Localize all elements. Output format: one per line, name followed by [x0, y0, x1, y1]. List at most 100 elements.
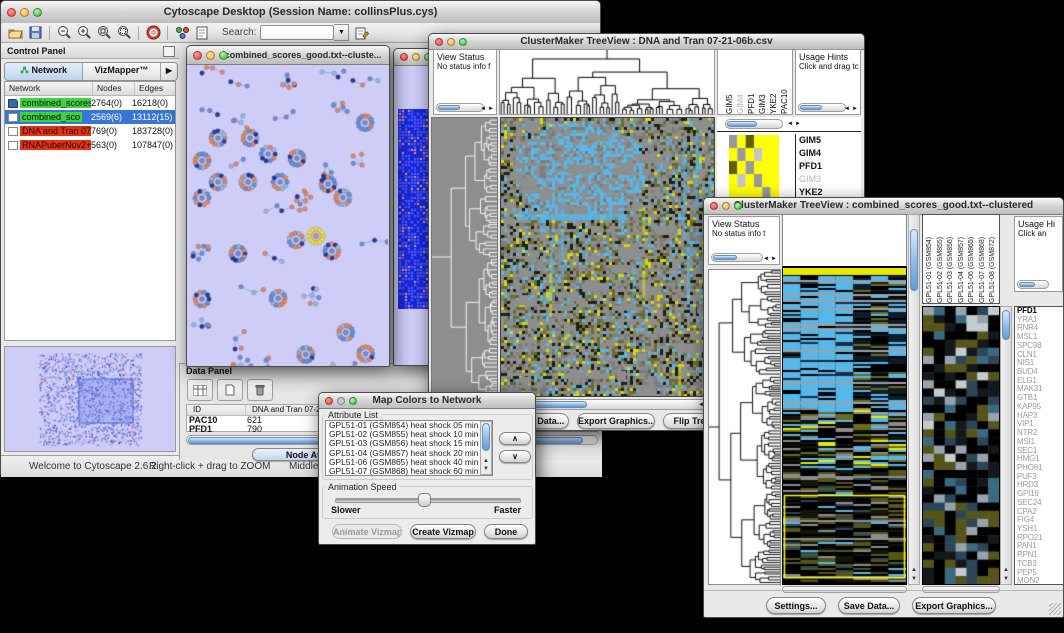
row-dendrogram[interactable] [432, 118, 497, 396]
tv2-export-graphics-button[interactable]: Export Graphics... [912, 597, 996, 614]
gene-label[interactable]: PFD1 [799, 160, 827, 173]
search-dropdown-button[interactable]: ▼ [334, 24, 349, 41]
heatmap[interactable] [501, 118, 714, 396]
close-button[interactable] [400, 53, 408, 61]
zoom-button[interactable] [734, 202, 742, 210]
column-label[interactable]: PFD1 [746, 50, 757, 114]
column-label[interactable]: GIM3 [757, 50, 768, 114]
create-vizmap-button[interactable]: Create Vizmap [410, 524, 476, 539]
minimize-button[interactable] [412, 53, 420, 61]
float-panel-icon[interactable] [163, 46, 175, 57]
data-col-id[interactable]: ID [187, 405, 246, 415]
treeview1-titlebar[interactable]: ClusterMaker TreeView : DNA and Tran 07-… [429, 34, 864, 50]
scroll-up-icon[interactable]: ▲ [481, 458, 491, 465]
column-label[interactable]: PAC10 [779, 50, 790, 114]
column-dendrogram[interactable] [500, 50, 714, 114]
delete-attribute-icon[interactable] [247, 379, 273, 401]
close-button[interactable] [435, 38, 443, 46]
move-down-button[interactable]: ∨ [499, 450, 531, 463]
column-label[interactable]: GPL51-02 (GSM855) [936, 215, 947, 303]
zoom-in-icon[interactable] [75, 25, 93, 41]
network-row[interactable]: RNAPuberNov2+! 563(0) 107847(0) [5, 138, 175, 152]
column-label[interactable]: GPL51-07 (GSM868) [978, 215, 989, 303]
network-canvas[interactable] [188, 64, 388, 366]
close-button[interactable] [710, 202, 718, 210]
speed-slider-thumb[interactable] [418, 493, 431, 507]
tv1-export-graphics-button[interactable]: Export Graphics... [577, 413, 655, 429]
gene-label[interactable]: GIM4 [799, 147, 827, 160]
tv2-save-data-button[interactable]: Save Data... [838, 597, 900, 614]
close-button[interactable] [193, 51, 202, 60]
row-dendrogram[interactable] [709, 270, 780, 584]
new-attribute-icon[interactable] [217, 379, 243, 401]
network-table-header[interactable]: Network Nodes Edges [5, 82, 175, 96]
help-lifebuoy-icon[interactable] [144, 25, 162, 41]
global-heatmap[interactable] [783, 268, 906, 584]
column-label[interactable]: GIM5 [724, 50, 735, 114]
column-label[interactable]: YKE2 [768, 50, 779, 114]
column-label[interactable]: GPL51-08 (GSM872) [988, 215, 999, 303]
dialog-titlebar[interactable]: Map Colors to Network [319, 393, 535, 409]
scroll-up-icon[interactable]: ▲ [1001, 567, 1011, 574]
main-titlebar[interactable]: Cytoscape Desktop (Session Name: collins… [1, 1, 600, 24]
network-row[interactable]: combined_sco 2569(6) 13112(15) [5, 110, 175, 124]
minimize-button[interactable] [447, 38, 455, 46]
annotation-icon[interactable] [193, 25, 211, 41]
network-titlebar[interactable]: combined_scores_good.txt--cluste... [187, 46, 389, 65]
usage-hints-scrollbar[interactable] [1017, 280, 1049, 289]
tv2-global-vscrollbar[interactable]: ▲ ▼ [908, 214, 920, 585]
zoom-button[interactable] [33, 8, 42, 17]
column-label[interactable]: GIM4 [735, 50, 746, 114]
gene-label[interactable]: MON2 [1017, 577, 1063, 585]
scroll-down-icon[interactable]: ▼ [481, 466, 491, 473]
select-attributes-icon[interactable] [187, 379, 213, 401]
vizmapper-icon[interactable] [173, 25, 191, 41]
detail-heatmap[interactable] [923, 307, 999, 584]
scroll-right-icon[interactable]: ► [852, 106, 858, 112]
zoom-fit-icon[interactable] [115, 25, 133, 41]
dense-network-cluster[interactable] [398, 109, 430, 309]
scroll-left-icon[interactable]: ◄ [787, 121, 793, 127]
gene-label[interactable]: GIM5 [799, 134, 827, 147]
column-label[interactable]: GPL51-04 (GSM857) [957, 215, 968, 303]
treeview2-titlebar[interactable]: ClusterMaker TreeView : combined_scores_… [704, 198, 1063, 215]
save-icon[interactable] [26, 25, 44, 41]
column-label[interactable]: GPL51-01 (GSM854) [925, 215, 936, 303]
search-input[interactable] [260, 25, 334, 40]
attribute-item[interactable]: GPL51-07 (GSM868) heat shock 60 min [326, 467, 492, 476]
zoom-out-icon[interactable] [55, 25, 73, 41]
tab-overflow-arrow[interactable]: ▶ [161, 63, 177, 80]
scroll-right-icon[interactable]: ► [795, 121, 801, 127]
minimize-button[interactable] [722, 202, 730, 210]
network-row[interactable]: DNA and Tran 07 769(0) 183728(0) [5, 124, 175, 138]
scroll-up-icon[interactable]: ▲ [909, 567, 919, 574]
gene-label[interactable]: GIM3 [799, 173, 827, 186]
attribute-list[interactable]: GPL51-01 (GSM854) heat shock 05 minGPL51… [325, 420, 493, 476]
minimize-button[interactable] [20, 8, 29, 17]
birdseye-view[interactable] [5, 347, 175, 451]
scroll-down-icon[interactable]: ▼ [1001, 576, 1011, 583]
scroll-right-icon[interactable]: ► [488, 106, 494, 112]
view-status-scrollbar[interactable] [711, 253, 763, 262]
resize-grip[interactable] [1049, 603, 1061, 615]
zoom-button[interactable] [459, 38, 467, 46]
usage-hints-scrollbar[interactable] [798, 103, 846, 112]
minimize-button[interactable] [206, 51, 215, 60]
tab-network[interactable]: Network [5, 63, 83, 80]
attribute-list-scrollbar[interactable]: ▲ ▼ [480, 421, 492, 475]
column-label[interactable]: GPL51-03 (GSM856) [946, 215, 957, 303]
tv2-detail-vscrollbar[interactable]: ▲ ▼ [1000, 306, 1012, 585]
tab-vizmapper[interactable]: VizMapper™ [83, 63, 161, 80]
open-file-icon[interactable] [6, 25, 24, 41]
done-button[interactable]: Done [484, 524, 528, 539]
zoom-button[interactable] [349, 397, 357, 405]
scroll-right-icon[interactable]: ► [771, 256, 777, 262]
scroll-left-icon[interactable]: ◄ [844, 106, 850, 112]
attribute-browser-icon[interactable] [353, 25, 371, 41]
view-status-scrollbar[interactable] [436, 103, 484, 112]
close-button[interactable] [7, 8, 16, 17]
tv2-settings-button[interactable]: Settings... [766, 597, 826, 614]
scroll-down-icon[interactable]: ▼ [909, 576, 919, 583]
move-up-button[interactable]: ∧ [499, 432, 531, 445]
tv1-summary-scrollbar[interactable] [725, 119, 783, 129]
